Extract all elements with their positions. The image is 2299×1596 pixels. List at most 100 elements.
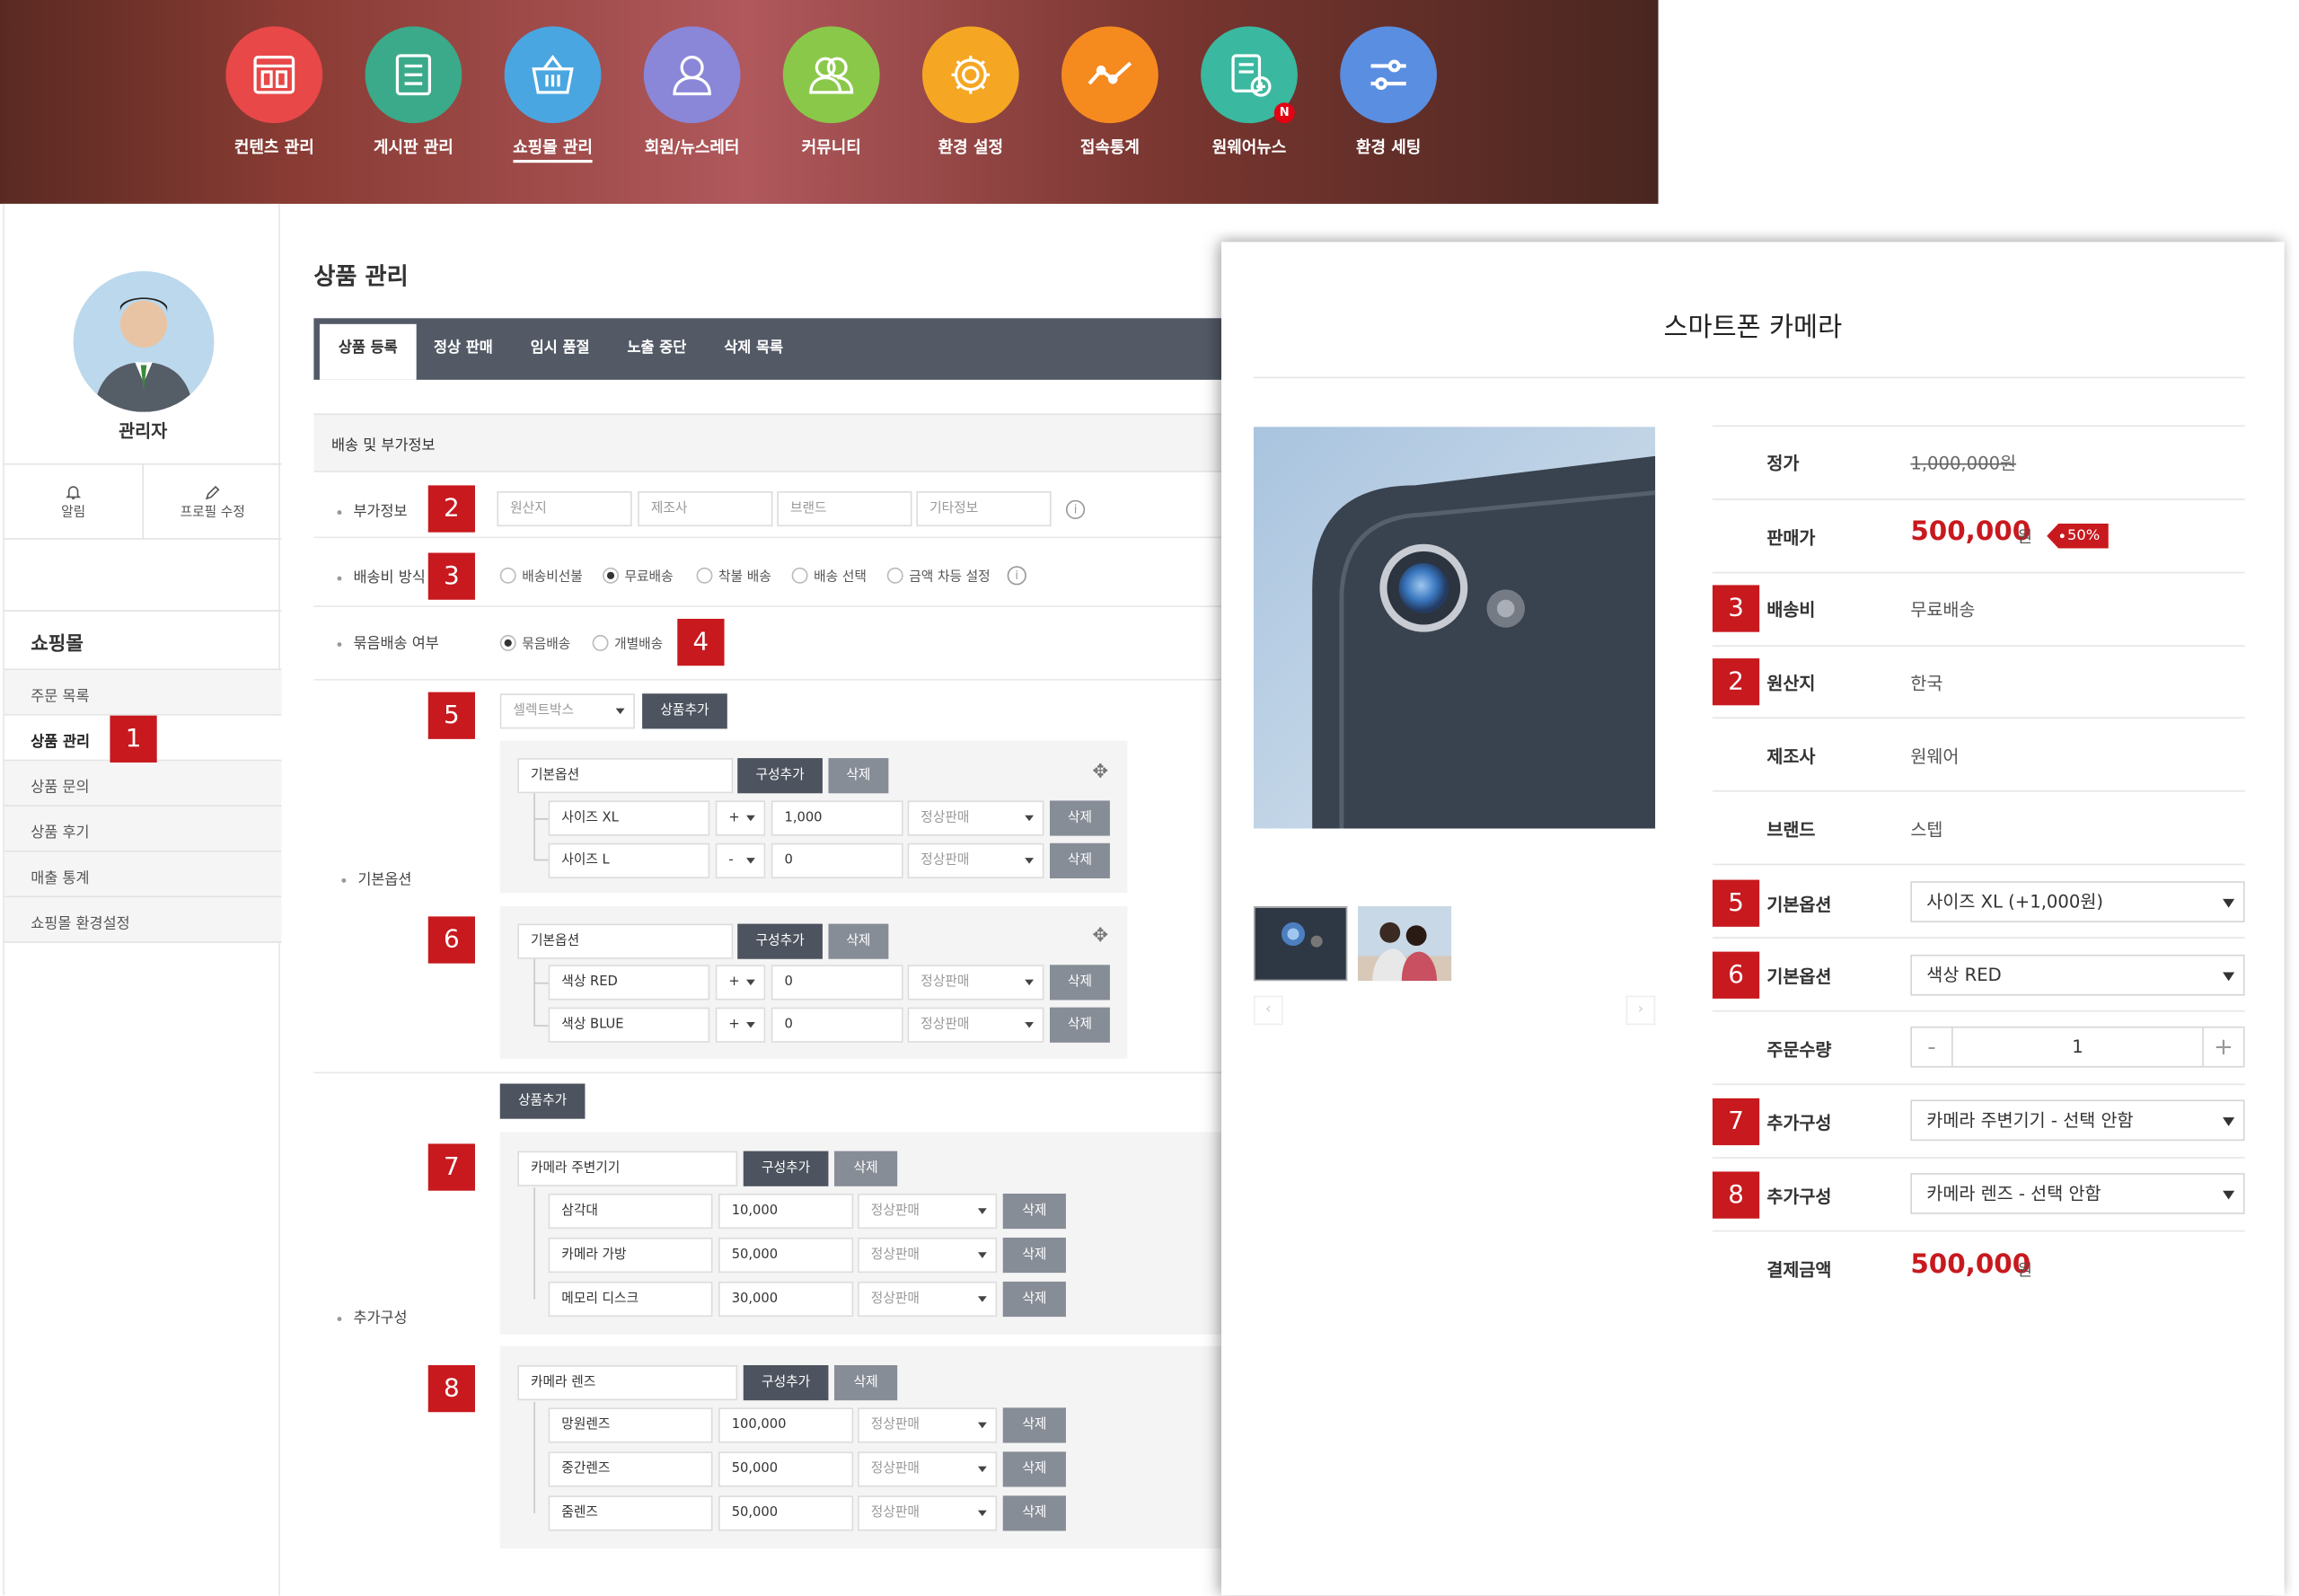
nav-stats[interactable]: 접속통계 <box>1052 26 1169 158</box>
status-select[interactable]: 정상판매 <box>907 1007 1044 1043</box>
nav-shop[interactable]: 쇼핑몰 관리 <box>494 26 612 163</box>
nav-settings[interactable]: 환경 설정 <box>912 26 1030 158</box>
addon-name-input[interactable]: 삼각대 <box>548 1193 713 1230</box>
addon-name-input[interactable]: 메모리 디스크 <box>548 1281 713 1318</box>
avatar[interactable] <box>73 271 215 412</box>
tab-normal[interactable]: 정상 판매 <box>419 318 507 380</box>
sidebar-item-reviews[interactable]: 상품 후기 <box>4 806 282 852</box>
sidebar-item-sales[interactable]: 매출 통계 <box>4 851 282 898</box>
nav-setup[interactable]: 환경 세팅 <box>1330 26 1448 158</box>
compose-add-button[interactable]: 구성추가 <box>743 1364 829 1401</box>
compose-add-button[interactable]: 구성추가 <box>743 1151 829 1186</box>
quantity-input[interactable]: 1 <box>1953 1027 2203 1065</box>
status-select[interactable]: 정상판매 <box>907 842 1044 878</box>
addon-1-select[interactable]: 카메라 주변기기 - 선택 안함 <box>1910 1099 2245 1142</box>
addon-price-input[interactable]: 10,000 <box>718 1193 854 1230</box>
move-icon[interactable]: ✥ <box>1092 925 1108 947</box>
status-select[interactable]: 정상판매 <box>858 1281 998 1318</box>
radio-cod[interactable]: 착불 배송 <box>696 566 771 585</box>
thumbnail-2[interactable] <box>1357 905 1452 982</box>
option-name-input[interactable]: 색상 BLUE <box>548 1007 710 1043</box>
option-price-input[interactable]: 0 <box>771 1007 903 1043</box>
status-select[interactable]: 정상판매 <box>858 1495 998 1531</box>
quantity-plus-button[interactable]: + <box>2202 1027 2243 1066</box>
row-delete-button[interactable]: 삭제 <box>1002 1281 1066 1318</box>
addon-price-input[interactable]: 50,000 <box>718 1237 854 1274</box>
option-name-input[interactable]: 색상 RED <box>548 965 710 1001</box>
option-price-input[interactable]: 1,000 <box>771 800 903 836</box>
addon-name-input[interactable]: 줌렌즈 <box>548 1495 713 1531</box>
radio-tiered[interactable]: 금액 차등 설정 <box>886 566 991 585</box>
nav-member[interactable]: 회원/뉴스레터 <box>633 26 751 158</box>
row-delete-button[interactable]: 삭제 <box>1049 800 1110 836</box>
tab-register[interactable]: 상품 등록 <box>319 323 417 380</box>
tab-hidden[interactable]: 노출 중단 <box>612 318 700 380</box>
add-product-button[interactable]: 상품추가 <box>499 1083 586 1119</box>
row-delete-button[interactable]: 삭제 <box>1002 1407 1066 1443</box>
sidebar-item-inquiry[interactable]: 상품 문의 <box>4 761 282 807</box>
addon-price-input[interactable]: 30,000 <box>718 1281 854 1318</box>
addon-price-input[interactable]: 50,000 <box>718 1451 854 1487</box>
status-select[interactable]: 정상판매 <box>907 965 1044 1001</box>
sidebar-item-orders[interactable]: 주문 목록 <box>4 670 282 716</box>
nav-community[interactable]: 커뮤니티 <box>772 26 890 158</box>
etc-input[interactable]: 기타정보 <box>916 490 1052 527</box>
row-delete-button[interactable]: 삭제 <box>1002 1495 1066 1531</box>
option-name-input[interactable]: 사이즈 XL <box>548 800 710 836</box>
radio-bundle[interactable]: 묶음배송 <box>499 633 570 653</box>
product-main-image[interactable] <box>1253 427 1656 829</box>
origin-input[interactable]: 원산지 <box>497 490 632 527</box>
option-group-name-input[interactable]: 기본옵션 <box>517 923 734 959</box>
radio-select[interactable]: 배송 선택 <box>791 566 867 585</box>
brand-input[interactable]: 브랜드 <box>777 490 912 527</box>
add-product-button[interactable]: 상품추가 <box>642 693 727 729</box>
profile-edit-button[interactable]: 프로필 수정 <box>142 464 281 539</box>
radio-prepaid[interactable]: 배송비선불 <box>499 566 583 585</box>
option-name-input[interactable]: 사이즈 L <box>548 842 710 878</box>
addon-name-input[interactable]: 카메라 가방 <box>548 1237 713 1274</box>
quantity-minus-button[interactable]: - <box>1912 1027 1953 1066</box>
addon-name-input[interactable]: 중간렌즈 <box>548 1451 713 1487</box>
basic-option-1-select[interactable]: 사이즈 XL (+1,000원) <box>1910 881 2245 922</box>
status-select[interactable]: 정상판매 <box>858 1237 998 1274</box>
radio-free[interactable]: 무료배송 <box>603 566 674 585</box>
compose-add-button[interactable]: 구성추가 <box>737 758 823 794</box>
compose-add-button[interactable]: 구성추가 <box>737 923 823 959</box>
radio-individual[interactable]: 개별배송 <box>592 633 663 653</box>
nav-content[interactable]: 컨텐츠 관리 <box>216 26 333 158</box>
nav-board[interactable]: 게시판 관리 <box>355 26 472 158</box>
addon-name-input[interactable]: 망원렌즈 <box>548 1407 713 1443</box>
maker-input[interactable]: 제조사 <box>638 490 773 527</box>
info-icon[interactable]: i <box>1065 499 1086 519</box>
tab-deleted[interactable]: 삭제 목록 <box>709 318 797 380</box>
status-select[interactable]: 정상판매 <box>858 1193 998 1230</box>
next-arrow-icon[interactable]: › <box>1625 995 1656 1026</box>
option-price-input[interactable]: 0 <box>771 842 903 878</box>
row-delete-button[interactable]: 삭제 <box>1049 842 1110 878</box>
row-delete-button[interactable]: 삭제 <box>1002 1237 1066 1274</box>
row-delete-button[interactable]: 삭제 <box>1049 965 1110 1001</box>
thumbnail-1[interactable] <box>1253 905 1348 982</box>
addon-group-name-input[interactable]: 카메라 렌즈 <box>517 1364 738 1401</box>
addon-group-name-input[interactable]: 카메라 주변기기 <box>517 1151 738 1186</box>
sign-select[interactable]: - <box>715 842 766 878</box>
prev-arrow-icon[interactable]: ‹ <box>1253 995 1283 1026</box>
status-select[interactable]: 정상판매 <box>858 1451 998 1487</box>
info-icon[interactable]: i <box>1007 566 1026 586</box>
row-delete-button[interactable]: 삭제 <box>1002 1193 1066 1230</box>
alarm-button[interactable]: 알림 <box>4 465 142 539</box>
sign-select[interactable]: + <box>715 965 766 1001</box>
group-delete-button[interactable]: 삭제 <box>828 923 889 959</box>
group-delete-button[interactable]: 삭제 <box>828 758 889 794</box>
sidebar-item-shop-settings[interactable]: 쇼핑몰 환경설정 <box>4 897 282 943</box>
row-delete-button[interactable]: 삭제 <box>1049 1007 1110 1043</box>
addon-2-select[interactable]: 카메라 렌즈 - 선택 안함 <box>1910 1173 2245 1214</box>
addon-price-input[interactable]: 100,000 <box>718 1407 854 1443</box>
option-group-name-input[interactable]: 기본옵션 <box>517 758 734 794</box>
sign-select[interactable]: + <box>715 1007 766 1043</box>
status-select[interactable]: 정상판매 <box>907 800 1044 836</box>
status-select[interactable]: 정상판매 <box>858 1407 998 1443</box>
nav-news[interactable]: N 원웨어뉴스 <box>1191 26 1308 158</box>
tab-soldout[interactable]: 임시 품절 <box>516 318 604 380</box>
group-delete-button[interactable]: 삭제 <box>833 1364 898 1401</box>
